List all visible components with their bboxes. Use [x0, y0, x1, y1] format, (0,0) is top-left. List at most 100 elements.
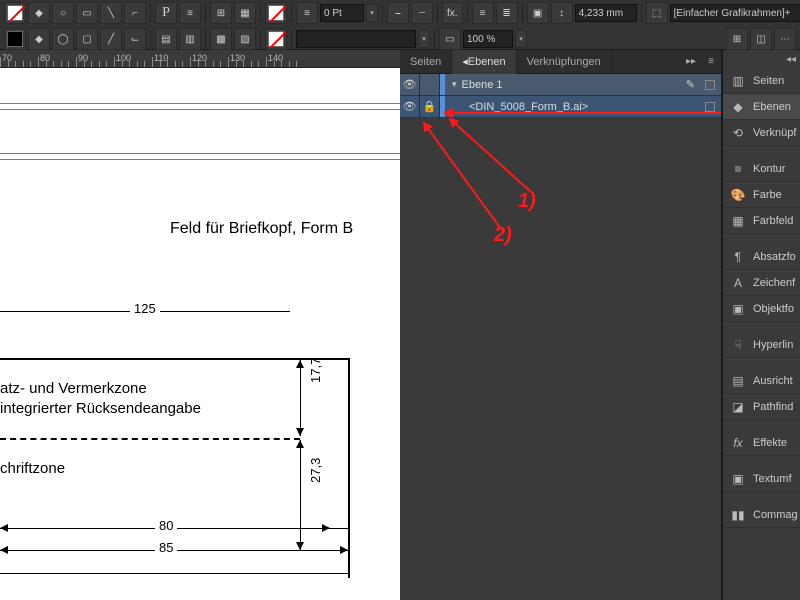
dock-textwrap[interactable]: ▣Textumf — [723, 466, 800, 492]
stroke-weight-input[interactable] — [320, 4, 364, 22]
align-icon: ▤ — [729, 372, 747, 390]
dock-cclibs[interactable]: ▮▮Commag — [723, 502, 800, 528]
layer-color-strip — [440, 74, 445, 95]
swatches-icon: ▦ — [729, 212, 747, 230]
dock-char-styles[interactable]: AZeichenf — [723, 270, 800, 296]
tool-circle[interactable]: ○ — [52, 2, 74, 24]
tool-line[interactable]: ╲ — [100, 2, 122, 24]
cclibs-icon: ▮▮ — [729, 506, 747, 524]
style-icon[interactable]: ⬚ — [646, 2, 668, 24]
row2-b6[interactable]: ▤ — [155, 28, 177, 50]
measure-input[interactable] — [575, 4, 637, 22]
document-canvas[interactable]: 708090100110120130140 Feld für Briefkopf… — [0, 50, 400, 600]
tab-pages[interactable]: Seiten — [400, 50, 452, 74]
dim-arrow-17-7 — [300, 360, 301, 436]
links-icon: ⟲ — [729, 124, 747, 142]
right-dock: ◂◂ ▥Seiten ◆Ebenen ⟲Verknüpf ≡Kontur 🎨Fa… — [722, 50, 800, 600]
textwrap-icon: ▣ — [729, 470, 747, 488]
annotation-arrow-1 — [445, 112, 721, 114]
guide — [0, 103, 400, 104]
layer-select-proxy[interactable] — [705, 102, 715, 112]
layer-select-proxy[interactable] — [705, 80, 715, 90]
dock-swatches[interactable]: ▦Farbfeld — [723, 208, 800, 234]
dock-para-styles[interactable]: ¶Absatzfo — [723, 244, 800, 270]
fx-button[interactable]: fx. — [442, 2, 463, 24]
row2-b9[interactable]: ▨ — [234, 28, 256, 50]
row2-span-drop[interactable]: ▾ — [418, 30, 430, 48]
row2-b3[interactable]: ▢ — [76, 28, 98, 50]
dock-effects[interactable]: fxEffekte — [723, 430, 800, 456]
tab-links[interactable]: Verknüpfungen — [517, 50, 612, 74]
dock-align[interactable]: ▤Ausricht — [723, 368, 800, 394]
tool-textalign1[interactable]: ≡ — [472, 2, 494, 24]
dock-hyperlinks[interactable]: ☟Hyperlin — [723, 332, 800, 358]
row2-b4[interactable]: ╱ — [100, 28, 122, 50]
dock-stroke[interactable]: ≡Kontur — [723, 156, 800, 182]
tool-fill-swatch[interactable] — [4, 2, 26, 24]
dock-pathfinder[interactable]: ◪Pathfind — [723, 394, 800, 420]
color-icon: 🎨 — [729, 186, 747, 204]
dock-links[interactable]: ⟲Verknüpf — [723, 120, 800, 146]
row2-b8[interactable]: ▩ — [210, 28, 232, 50]
panel-tabs: Seiten ◂ Ebenen Verknüpfungen ▸▸ ≡ — [400, 50, 721, 74]
row2-display[interactable]: ▭ — [439, 28, 461, 50]
tool-cap[interactable]: ⎯ — [387, 2, 409, 24]
row2-b2[interactable]: ◯ — [52, 28, 74, 50]
row2-swatch-stroke[interactable] — [4, 28, 26, 50]
tab-layers[interactable]: ◂ Ebenen — [452, 50, 516, 74]
stroke-weight-stepper[interactable]: ▾ — [366, 4, 378, 22]
layers-panel: Seiten ◂ Ebenen Verknüpfungen ▸▸ ≡ 👁 ▾ E… — [400, 50, 722, 600]
guide — [0, 153, 400, 154]
measure-stepper-icon: ↕ — [551, 2, 573, 24]
disclosure-triangle-icon[interactable]: ▾ — [449, 79, 460, 90]
tool-align[interactable]: ≡ — [179, 2, 201, 24]
row2-right3[interactable]: ⋯ — [774, 28, 796, 50]
top-toolbar: ◆ ○ ▭ ╲ ⌐ P ≡ ⊞ ▦ ≡ ▾ ⎯ ┄ fx. ≡ ≣ ▣ ↕ ⬚ … — [0, 0, 800, 50]
panel-collapse-icon[interactable]: ▸▸ — [681, 56, 701, 67]
dock-expand-icon[interactable]: ◂◂ — [786, 54, 796, 65]
tool-handles[interactable]: ▦ — [234, 2, 256, 24]
tool-grid-icon[interactable]: ⊞ — [210, 2, 232, 24]
tool-paragraph[interactable]: P — [155, 2, 177, 24]
stroke-icon: ≡ — [729, 160, 747, 178]
guide — [0, 109, 400, 110]
para-icon: ¶ — [729, 248, 747, 266]
panel-menu-icon[interactable]: ≡ — [701, 56, 721, 67]
ruler-horizontal: 708090100110120130140 — [0, 50, 400, 68]
zoom-drop[interactable]: ▾ — [515, 30, 527, 48]
dim-label: 27,3 — [308, 458, 323, 483]
row2-right1[interactable]: ⊞ — [726, 28, 748, 50]
hyperlink-icon: ☟ — [729, 336, 747, 354]
pathfinder-icon: ◪ — [729, 398, 747, 416]
zone1-line2: integrierter Rücksendeangabe — [0, 400, 201, 417]
zoom-input[interactable] — [463, 30, 513, 48]
layer-row-ebene1[interactable]: 👁 ▾ Ebene 1 ✎ — [400, 74, 721, 96]
annotation-label-1: 1) — [518, 190, 536, 213]
row2-b7[interactable]: ▥ — [179, 28, 201, 50]
tool-anchor[interactable]: ◆ — [28, 2, 50, 24]
tool-textalign2[interactable]: ≣ — [496, 2, 518, 24]
baseline — [0, 573, 350, 574]
lock-toggle-icon[interactable]: 🔒 — [420, 96, 440, 118]
tool-corner[interactable]: ⌐ — [124, 2, 146, 24]
dock-color[interactable]: 🎨Farbe — [723, 182, 800, 208]
dock-object-styles[interactable]: ▣Objektfo — [723, 296, 800, 322]
row2-span-input[interactable] — [296, 30, 416, 48]
dock-layers[interactable]: ◆Ebenen — [723, 94, 800, 120]
row2-b5[interactable]: ⌙ — [124, 28, 146, 50]
dock-pages[interactable]: ▥Seiten — [723, 68, 800, 94]
crop-icon[interactable]: ▣ — [527, 2, 549, 24]
layers-icon: ◆ — [729, 98, 747, 116]
lock-column[interactable] — [420, 74, 440, 96]
visibility-toggle-icon[interactable]: 👁 — [400, 74, 420, 96]
row2-none-icon[interactable] — [265, 28, 287, 50]
tool-dash[interactable]: ┄ — [411, 2, 433, 24]
row2-right2[interactable]: ◫ — [750, 28, 772, 50]
effects-icon: fx — [729, 434, 747, 452]
row2-b1[interactable]: ◆ — [28, 28, 50, 50]
visibility-toggle-icon[interactable]: 👁 — [400, 96, 420, 118]
tool-rect[interactable]: ▭ — [76, 2, 98, 24]
tool-none-swatch-icon[interactable] — [265, 2, 287, 24]
zone2: chriftzone — [0, 460, 65, 477]
style-preset-select[interactable] — [670, 4, 800, 22]
